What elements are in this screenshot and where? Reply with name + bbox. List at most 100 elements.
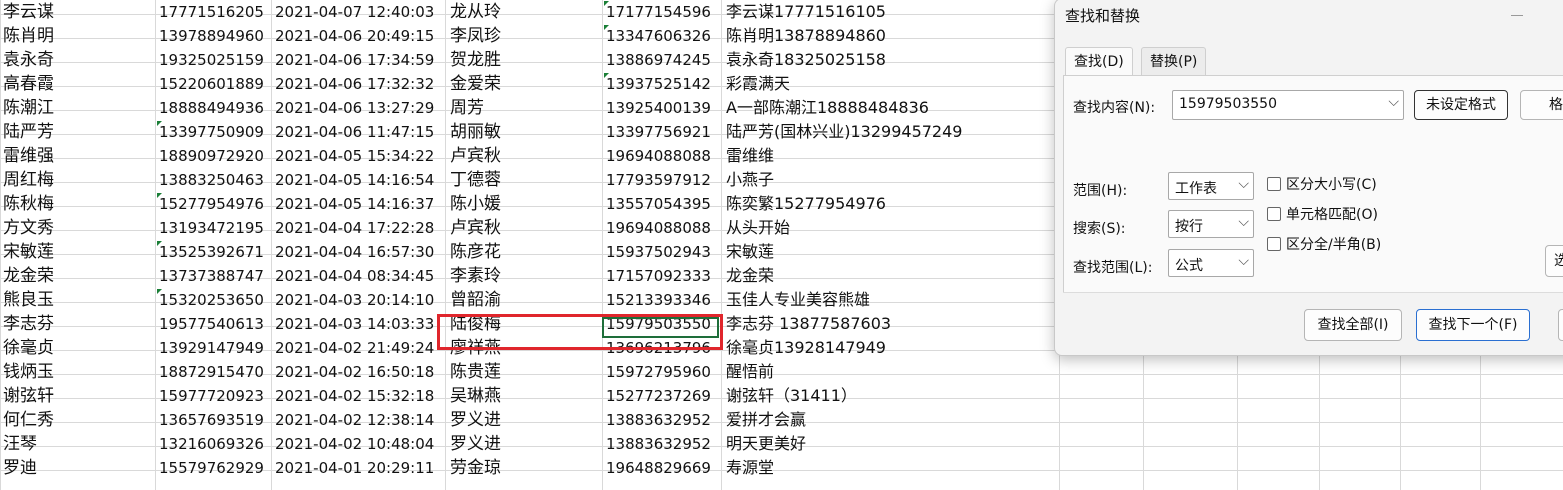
name-cell[interactable]: 周红梅 — [3, 168, 54, 192]
timestamp-cell[interactable]: 2021-04-05 14:16:54 — [275, 168, 434, 192]
timestamp-cell[interactable]: 2021-04-02 12:38:14 — [275, 408, 434, 432]
note-cell[interactable]: 陈奕繁15277954976 — [726, 192, 886, 216]
timestamp-cell[interactable]: 2021-04-06 17:34:59 — [275, 48, 434, 72]
note-cell[interactable]: 陆严芳(国林兴业)13299457249 — [726, 120, 962, 144]
timestamp-cell[interactable]: 2021-04-06 13:27:29 — [275, 96, 434, 120]
timestamp-cell[interactable]: 2021-04-03 14:03:33 — [275, 312, 434, 336]
phone2-cell[interactable]: 13883632952 — [606, 408, 711, 432]
find-what-input[interactable]: 15979503550 ⌵ — [1172, 90, 1404, 120]
phone2-cell[interactable]: 15937502943 — [606, 240, 711, 264]
timestamp-cell[interactable]: 2021-04-06 11:47:15 — [275, 120, 434, 144]
note-cell[interactable]: 爱拼才会赢 — [726, 408, 806, 432]
name-cell[interactable]: 徐毫贞 — [3, 336, 54, 360]
name-cell[interactable]: 高春霞 — [3, 72, 54, 96]
person-cell[interactable]: 胡丽敏 — [450, 120, 501, 144]
person-cell[interactable]: 罗义进 — [450, 408, 501, 432]
find-next-button[interactable]: 查找下一个(F) — [1416, 309, 1530, 341]
timestamp-cell[interactable]: 2021-04-04 08:34:45 — [275, 264, 434, 288]
note-cell[interactable]: 寿源堂 — [726, 456, 774, 480]
name-cell[interactable]: 李云谋 — [3, 0, 54, 24]
person-cell[interactable]: 陈小媛 — [450, 192, 501, 216]
phone-cell[interactable]: 13397750909 — [159, 120, 264, 144]
phone-cell[interactable]: 18888494936 — [159, 96, 264, 120]
person-cell[interactable]: 李素玲 — [450, 264, 501, 288]
person-cell[interactable]: 龙从玲 — [450, 0, 501, 24]
close-button[interactable] — [1558, 309, 1563, 341]
phone-cell[interactable]: 13737388747 — [159, 264, 264, 288]
person-cell[interactable]: 金爱荣 — [450, 72, 501, 96]
search-order-select[interactable]: 按行 ⌵ — [1168, 210, 1254, 238]
note-cell[interactable]: 玉佳人专业美容熊雄 — [726, 288, 870, 312]
phone2-cell[interactable]: 13397756921 — [606, 120, 711, 144]
phone2-cell[interactable]: 17793597912 — [606, 168, 711, 192]
name-cell[interactable]: 方文秀 — [3, 216, 54, 240]
find-all-button[interactable]: 查找全部(I) — [1304, 309, 1402, 341]
name-cell[interactable]: 龙金荣 — [3, 264, 54, 288]
person-cell[interactable]: 周芳 — [450, 96, 484, 120]
note-cell[interactable]: 醒悟前 — [726, 360, 774, 384]
phone-cell[interactable]: 18890972920 — [159, 144, 264, 168]
tab-replace[interactable]: 替换(P) — [1141, 47, 1207, 76]
phone2-cell[interactable]: 19694088088 — [606, 144, 711, 168]
phone2-cell[interactable]: 17177154596 — [606, 0, 711, 24]
phone2-cell[interactable]: 13937525142 — [606, 72, 711, 96]
chevron-down-icon[interactable]: ⌵ — [1238, 214, 1249, 230]
timestamp-cell[interactable]: 2021-04-02 21:49:24 — [275, 336, 434, 360]
timestamp-cell[interactable]: 2021-04-03 20:14:10 — [275, 288, 434, 312]
checkbox-icon[interactable] — [1267, 207, 1281, 221]
note-cell[interactable]: 明天更美好 — [726, 432, 806, 456]
timestamp-cell[interactable]: 2021-04-02 16:50:18 — [275, 360, 434, 384]
person-cell[interactable]: 劳金琼 — [450, 456, 501, 480]
timestamp-cell[interactable]: 2021-04-07 12:40:03 — [275, 0, 434, 24]
person-cell[interactable]: 陈彦花 — [450, 240, 501, 264]
phone2-cell[interactable]: 15277237269 — [606, 384, 711, 408]
chevron-down-icon[interactable]: ⌵ — [1388, 94, 1399, 110]
timestamp-cell[interactable]: 2021-04-04 16:57:30 — [275, 240, 434, 264]
phone2-cell[interactable]: 15213393346 — [606, 288, 711, 312]
phone-cell[interactable]: 19325025159 — [159, 48, 264, 72]
name-cell[interactable]: 何仁秀 — [3, 408, 54, 432]
options-button[interactable]: 选 — [1545, 245, 1563, 277]
note-cell[interactable]: 李云谋17771516105 — [726, 0, 886, 24]
phone-cell[interactable]: 13525392671 — [159, 240, 264, 264]
phone-cell[interactable]: 15579762929 — [159, 456, 264, 480]
name-cell[interactable]: 陈潮江 — [3, 96, 54, 120]
timestamp-cell[interactable]: 2021-04-01 20:29:11 — [275, 456, 434, 480]
phone-cell[interactable]: 13978894960 — [159, 24, 264, 48]
scope-select[interactable]: 工作表 ⌵ — [1168, 172, 1254, 200]
timestamp-cell[interactable]: 2021-04-06 20:49:15 — [275, 24, 434, 48]
person-cell[interactable]: 曾韶渝 — [450, 288, 501, 312]
person-cell[interactable]: 丁德蓉 — [450, 168, 501, 192]
note-cell[interactable]: 彩霞满天 — [726, 72, 790, 96]
minimize-icon[interactable] — [1511, 15, 1523, 16]
name-cell[interactable]: 陈肖明 — [3, 24, 54, 48]
name-cell[interactable]: 宋敏莲 — [3, 240, 54, 264]
name-cell[interactable]: 罗迪 — [3, 456, 37, 480]
note-cell[interactable]: 雷维维 — [726, 144, 774, 168]
note-cell[interactable]: 从头开始 — [726, 216, 790, 240]
note-cell[interactable]: 小燕子 — [726, 168, 774, 192]
checkbox-icon[interactable] — [1267, 177, 1281, 191]
phone2-cell[interactable]: 17157092333 — [606, 264, 711, 288]
timestamp-cell[interactable]: 2021-04-02 15:32:18 — [275, 384, 434, 408]
name-cell[interactable]: 陆严芳 — [3, 120, 54, 144]
phone2-cell[interactable]: 13883632952 — [606, 432, 711, 456]
match-byte-width-checkbox[interactable]: 区分全/半角(B) — [1267, 236, 1381, 254]
phone2-cell[interactable]: 13347606326 — [606, 24, 711, 48]
no-format-set-button[interactable]: 未设定格式 — [1414, 90, 1508, 120]
phone-cell[interactable]: 15977720923 — [159, 384, 264, 408]
format-button[interactable]: 格 — [1520, 90, 1563, 120]
note-cell[interactable]: 谢弦轩（31411） — [726, 384, 857, 408]
note-cell[interactable]: 陈肖明13878894860 — [726, 24, 886, 48]
phone2-cell[interactable]: 13886974245 — [606, 48, 711, 72]
person-cell[interactable]: 卢宾秋 — [450, 144, 501, 168]
note-cell[interactable]: 袁永奇18325025158 — [726, 48, 886, 72]
timestamp-cell[interactable]: 2021-04-04 17:22:28 — [275, 216, 434, 240]
person-cell[interactable]: 罗义进 — [450, 432, 501, 456]
note-cell[interactable]: 龙金荣 — [726, 264, 774, 288]
phone-cell[interactable]: 13929147949 — [159, 336, 264, 360]
phone2-cell[interactable]: 13925400139 — [606, 96, 711, 120]
name-cell[interactable]: 陈秋梅 — [3, 192, 54, 216]
phone-cell[interactable]: 13193472195 — [159, 216, 264, 240]
name-cell[interactable]: 袁永奇 — [3, 48, 54, 72]
